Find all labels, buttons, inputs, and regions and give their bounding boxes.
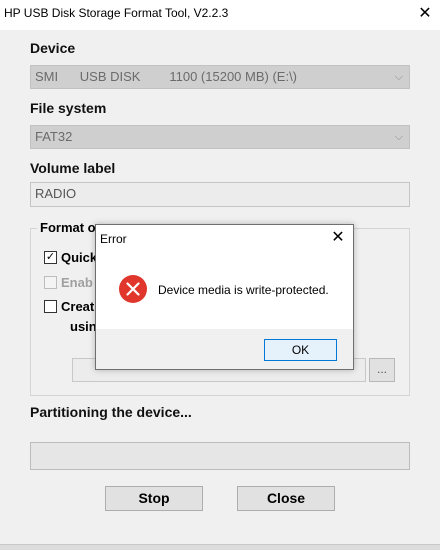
taskbar-strip (0, 544, 440, 550)
status-text: Partitioning the device... (30, 404, 192, 420)
close-button[interactable]: Close (237, 486, 335, 511)
device-label: Device (30, 40, 76, 56)
create-startup-disk-label: Creat (61, 299, 95, 314)
stop-button[interactable]: Stop (105, 486, 203, 511)
error-dialog-close-button[interactable]: ✕ (326, 227, 350, 249)
progress-bar (30, 442, 410, 470)
device-select[interactable]: SMI USB DISK 1100 (15200 MB) (E:\) ⌵ (30, 65, 410, 89)
quick-format-label: Quick (61, 250, 98, 265)
volume-label-label: Volume label (30, 160, 116, 176)
browse-button[interactable]: ... (369, 358, 395, 382)
window-close-button[interactable]: ✕ (412, 3, 438, 25)
enable-compression-label: Enab (61, 275, 93, 290)
create-startup-disk-label-line2: usin (70, 319, 97, 334)
file-system-label: File system (30, 100, 107, 116)
chevron-down-icon: ⌵ (394, 71, 403, 83)
title-bar: HP USB Disk Storage Format Tool, V2.2.3 … (0, 0, 440, 30)
device-select-value: SMI USB DISK 1100 (15200 MB) (E:\) (35, 69, 298, 84)
volume-label-value: RADIO (35, 186, 77, 201)
format-options-title: Format o (37, 220, 99, 235)
file-system-value: FAT32 (35, 129, 73, 144)
create-startup-disk-checkbox[interactable] (44, 300, 57, 313)
file-system-select[interactable]: FAT32 ⌵ (30, 125, 410, 149)
chevron-down-icon: ⌵ (394, 131, 403, 143)
error-dialog-message: Device media is write-protected. (158, 283, 329, 297)
ok-button[interactable]: OK (264, 339, 337, 361)
quick-format-checkbox[interactable]: ✓ (44, 251, 57, 264)
error-dialog-title: Error (100, 232, 127, 246)
window-title: HP USB Disk Storage Format Tool, V2.2.3 (4, 6, 229, 20)
volume-label-input[interactable]: RADIO (30, 182, 410, 207)
enable-compression-checkbox[interactable] (44, 276, 57, 289)
error-dialog: Error ✕ Device media is write-protected.… (95, 224, 354, 370)
checkmark-icon: ✓ (45, 251, 56, 263)
error-icon (119, 275, 147, 303)
